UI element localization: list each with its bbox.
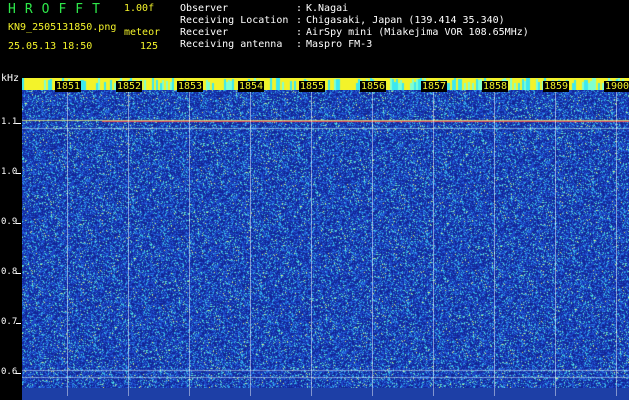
minute-gridline bbox=[250, 92, 251, 396]
receiver-separator: : bbox=[296, 27, 303, 38]
minute-gridline bbox=[433, 92, 434, 396]
y-tick-mark bbox=[16, 373, 21, 374]
app-version: 1.00f bbox=[124, 3, 155, 14]
location-separator: : bbox=[296, 15, 303, 26]
observer-label: Observer bbox=[180, 3, 229, 14]
y-axis-unit: kHz bbox=[1, 73, 20, 84]
minute-gridline bbox=[67, 92, 68, 396]
hrofft-window: HROFFT 1.00f KN9_2505131850.png 25.05.13… bbox=[0, 0, 629, 400]
signal-strength-bar bbox=[22, 78, 629, 90]
antenna-label: Receiving antenna bbox=[180, 39, 283, 50]
y-tick-label: 0.9 bbox=[1, 217, 18, 227]
y-tick-label: 1.0 bbox=[1, 167, 18, 177]
app-title: HROFFT bbox=[8, 2, 109, 17]
y-tick-mark bbox=[16, 323, 21, 324]
y-tick-label: 0.7 bbox=[1, 317, 18, 327]
y-tick-mark bbox=[16, 223, 21, 224]
spectrogram bbox=[22, 78, 629, 400]
y-tick-label: 0.8 bbox=[1, 267, 18, 277]
x-tick-label: 1852 bbox=[116, 81, 143, 92]
minute-gridline bbox=[311, 92, 312, 396]
x-tick-label: 1853 bbox=[177, 81, 204, 92]
x-tick-label: 1854 bbox=[238, 81, 265, 92]
antenna-separator: : bbox=[296, 39, 303, 50]
minute-gridline bbox=[189, 92, 190, 396]
location-value: Chigasaki, Japan (139.414 35.340) bbox=[306, 15, 505, 26]
location-label: Receiving Location bbox=[180, 15, 289, 26]
x-tick-label: 1856 bbox=[360, 81, 387, 92]
minute-gridline bbox=[494, 92, 495, 396]
x-tick-label: 1855 bbox=[299, 81, 326, 92]
meteor-count: 125 bbox=[140, 41, 159, 52]
capture-timestamp: 25.05.13 18:50 bbox=[8, 41, 93, 52]
y-tick-label: 0.6 bbox=[1, 367, 18, 377]
antenna-value: Maspro FM-3 bbox=[306, 39, 373, 50]
y-tick-mark bbox=[16, 173, 21, 174]
x-tick-label: 1900 bbox=[604, 81, 629, 92]
x-tick-label: 1857 bbox=[421, 81, 448, 92]
minute-gridline bbox=[372, 92, 373, 396]
image-filename: KN9_2505131850.png bbox=[8, 22, 117, 33]
observer-value: K.Nagai bbox=[306, 3, 349, 14]
receiver-label: Receiver bbox=[180, 27, 229, 38]
minute-gridline bbox=[555, 92, 556, 396]
spectrogram-noise bbox=[22, 78, 629, 388]
minute-gridline bbox=[616, 92, 617, 396]
x-tick-label: 1858 bbox=[482, 81, 509, 92]
y-tick-label: 1.1 bbox=[1, 117, 18, 127]
detection-mode: meteor bbox=[124, 27, 161, 38]
x-tick-label: 1859 bbox=[543, 81, 570, 92]
receiver-value: AirSpy mini (Miakejima VOR 108.65MHz) bbox=[306, 27, 529, 38]
y-tick-mark bbox=[16, 273, 21, 274]
x-tick-label: 1851 bbox=[55, 81, 82, 92]
y-tick-mark bbox=[16, 123, 21, 124]
minute-gridline bbox=[128, 92, 129, 396]
observer-separator: : bbox=[296, 3, 303, 14]
